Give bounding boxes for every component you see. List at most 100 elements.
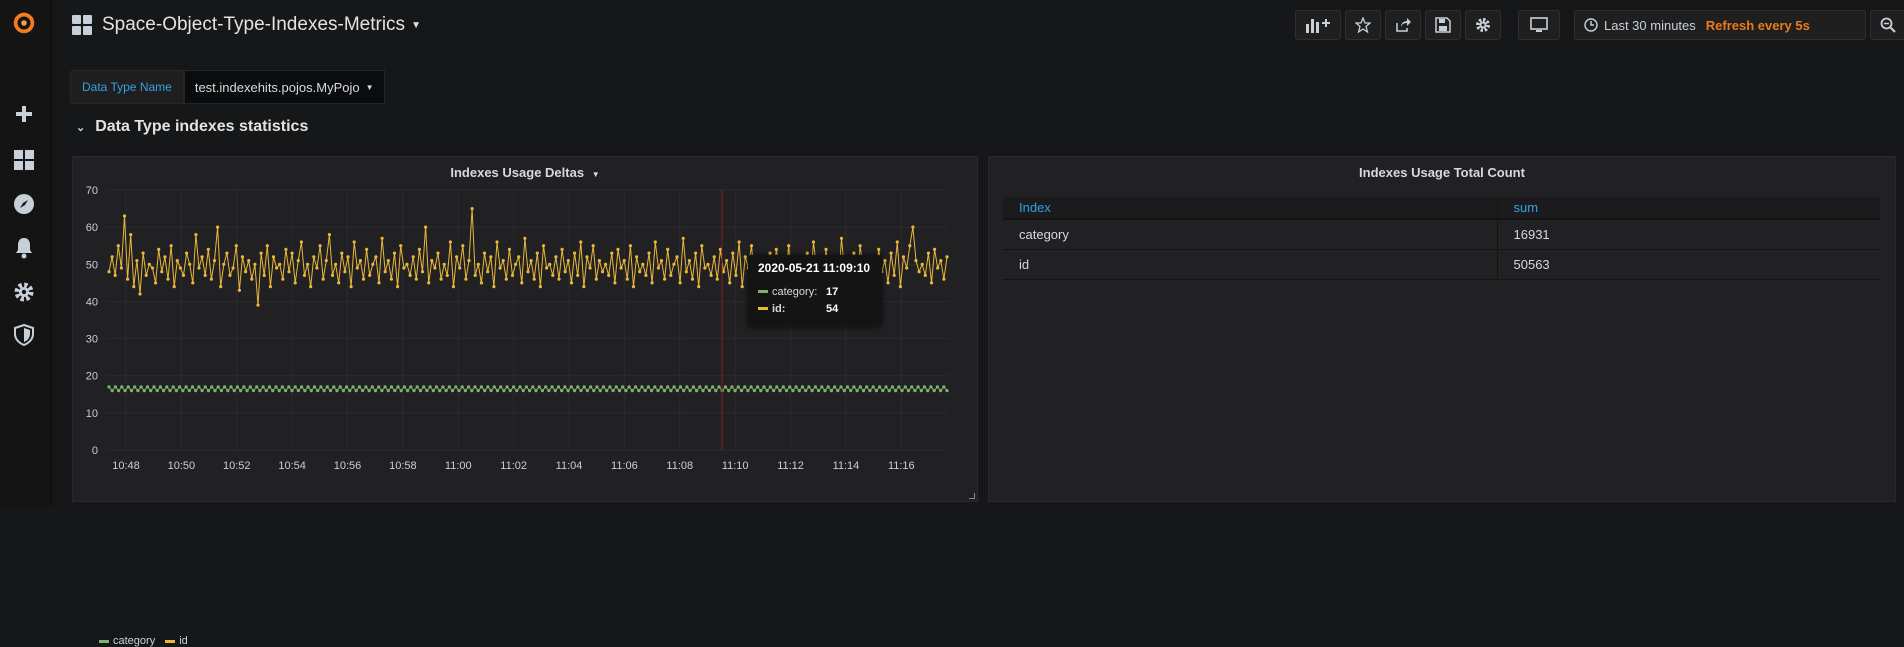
data-point-id xyxy=(150,266,155,270)
variable-select[interactable]: test.indexehits.pojos.MyPojo ▼ xyxy=(183,70,385,104)
dashboard-grid-icon xyxy=(72,15,92,35)
data-point-category xyxy=(162,389,166,393)
legend-item-id[interactable]: id xyxy=(165,635,188,647)
data-point-category xyxy=(916,385,920,389)
table-cell-index: id xyxy=(1003,249,1497,280)
data-point-category xyxy=(855,389,859,393)
data-point-id xyxy=(470,207,474,211)
data-point-category xyxy=(312,385,317,389)
data-point-category xyxy=(691,385,696,389)
zoom-out-button[interactable] xyxy=(1870,10,1904,40)
data-point-category xyxy=(149,389,153,393)
data-point-category xyxy=(890,385,895,389)
data-point-id xyxy=(939,259,943,263)
resize-handle[interactable] xyxy=(969,493,975,499)
data-point-category xyxy=(560,389,564,393)
grafana-logo-icon[interactable] xyxy=(11,10,37,36)
legend-item-category[interactable]: category xyxy=(99,635,155,647)
data-point-category xyxy=(499,385,503,389)
dashboard-picker[interactable]: Space-Object-Type-Indexes-Metrics ▼ xyxy=(72,14,421,36)
data-point-category xyxy=(939,389,943,393)
dashboard-row-toggle[interactable]: ⌄ Data Type indexes statistics xyxy=(76,118,308,136)
data-point-category xyxy=(219,389,223,393)
data-point-category xyxy=(605,389,609,393)
data-point-id xyxy=(610,251,614,255)
data-point-category xyxy=(711,385,715,389)
data-point-id xyxy=(498,266,502,270)
data-point-category xyxy=(328,389,333,393)
star-icon xyxy=(1355,17,1371,33)
explore-compass-icon[interactable] xyxy=(11,191,37,217)
data-point-id xyxy=(312,255,316,259)
share-dashboard-button[interactable] xyxy=(1385,10,1421,40)
data-point-category xyxy=(492,385,496,389)
data-point-category xyxy=(351,385,355,389)
data-point-category xyxy=(653,385,657,389)
data-point-category xyxy=(537,385,541,389)
view-mode-button[interactable] xyxy=(1518,10,1560,40)
data-point-category xyxy=(768,385,773,389)
data-point-id xyxy=(188,262,192,266)
data-point-id xyxy=(914,259,918,263)
data-point-id xyxy=(659,259,664,263)
data-point-id xyxy=(684,270,688,274)
data-point-category xyxy=(486,385,490,389)
save-icon xyxy=(1435,17,1451,33)
graph-tooltip: 2020-05-21 11:09:10 category: 17 id: 54 xyxy=(748,255,882,327)
data-point-id xyxy=(883,259,887,263)
data-point-category xyxy=(126,385,130,389)
add-panel-button[interactable] xyxy=(1295,10,1341,40)
data-point-id xyxy=(340,251,344,255)
time-picker-button[interactable]: Last 30 minutes Refresh every 5s xyxy=(1574,10,1866,40)
settings-button[interactable] xyxy=(1465,10,1501,40)
data-point-id xyxy=(663,277,667,281)
data-point-category xyxy=(110,389,114,393)
data-point-category xyxy=(820,385,824,389)
data-point-category xyxy=(858,385,862,389)
data-point-category xyxy=(868,389,872,393)
data-point-id xyxy=(787,244,791,248)
alerting-bell-icon[interactable] xyxy=(11,235,37,261)
table-panel-title[interactable]: Indexes Usage Total Count xyxy=(989,165,1895,180)
star-dashboard-button[interactable] xyxy=(1345,10,1381,40)
tooltip-name-category: category: xyxy=(772,285,818,298)
data-point-id xyxy=(467,259,471,263)
save-dashboard-button[interactable] xyxy=(1425,10,1461,40)
data-point-id xyxy=(330,273,335,277)
data-point-id xyxy=(591,244,595,248)
data-point-category xyxy=(714,389,718,393)
legend-swatch-id xyxy=(165,639,176,643)
data-point-category xyxy=(926,389,930,393)
column-header-index[interactable]: Index xyxy=(1003,197,1497,220)
data-point-id xyxy=(138,292,142,296)
data-point-id xyxy=(206,247,210,251)
data-point-id xyxy=(234,244,238,248)
create-plus-icon[interactable] xyxy=(11,101,37,127)
data-point-id xyxy=(154,281,158,285)
data-point-id xyxy=(712,255,716,259)
column-header-sum[interactable]: sum xyxy=(1496,197,1880,220)
data-point-category xyxy=(727,389,731,393)
data-point-id xyxy=(352,240,356,244)
data-point-category xyxy=(296,389,300,393)
data-point-category xyxy=(894,389,898,393)
configuration-gear-icon[interactable] xyxy=(11,279,37,305)
data-point-id xyxy=(535,251,539,255)
data-point-category xyxy=(659,385,663,389)
dashboard-title[interactable]: Space-Object-Type-Indexes-Metrics xyxy=(102,14,405,36)
data-point-category xyxy=(656,389,660,393)
data-point-category xyxy=(582,385,586,389)
data-point-id xyxy=(942,277,946,281)
server-admin-shield-icon[interactable] xyxy=(11,322,37,348)
data-point-category xyxy=(406,389,410,393)
table-panel: Indexes Usage Total Count Index sum cate… xyxy=(988,156,1896,502)
dashboards-icon[interactable] xyxy=(11,147,37,173)
data-point-category xyxy=(370,385,374,389)
data-point-category xyxy=(585,389,590,393)
data-point-id xyxy=(551,273,555,277)
data-point-id xyxy=(361,277,366,281)
line-chart[interactable]: 0 10 20 30 40 50 60 70 10:48 10:50 10:52 10:54 10:56… xyxy=(73,157,979,503)
gear-icon xyxy=(1476,18,1490,32)
data-point-category xyxy=(906,389,911,393)
x-tick-label: 11:02 xyxy=(500,460,527,472)
